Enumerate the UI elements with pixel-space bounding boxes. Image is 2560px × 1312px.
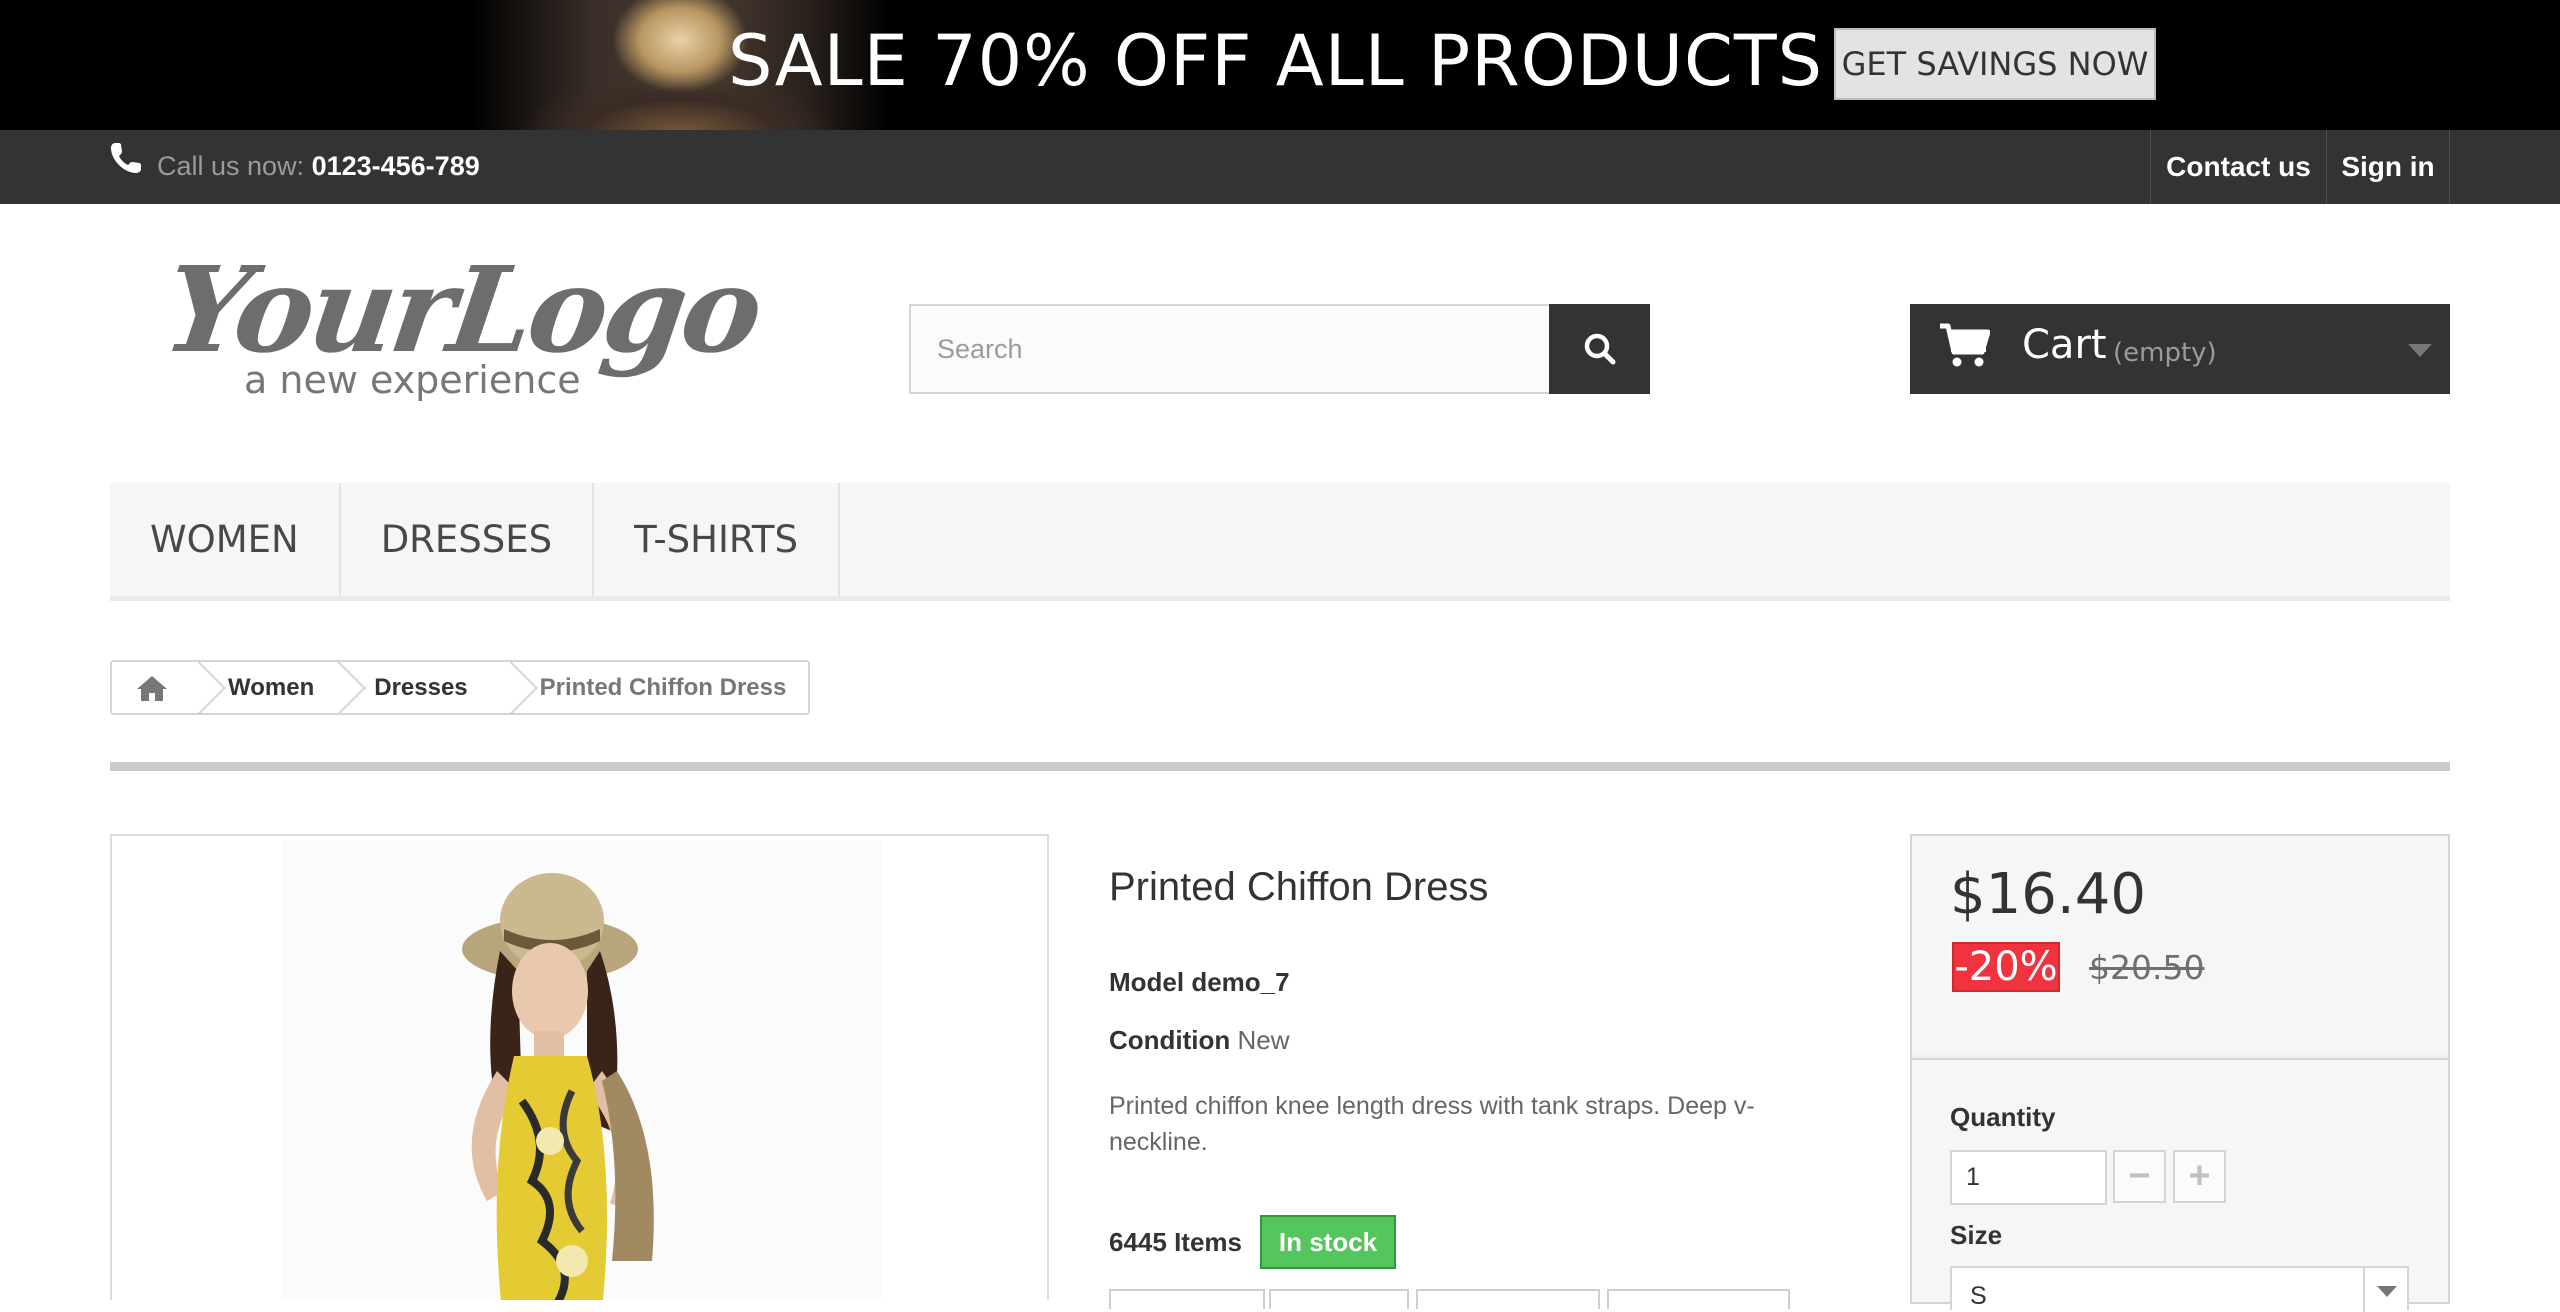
items-count: 6445 Items bbox=[1109, 1227, 1242, 1257]
sign-in-link[interactable]: Sign in bbox=[2326, 130, 2450, 204]
contact-us-link[interactable]: Contact us bbox=[2150, 130, 2326, 204]
promo-banner[interactable]: SALE 70% OFF ALL PRODUCTS GET SAVINGS NO… bbox=[0, 0, 2560, 130]
call-us-label: Call us now: bbox=[157, 151, 312, 181]
banner-headline: SALE 70% OFF ALL PRODUCTS bbox=[728, 20, 1824, 102]
product-price: $16.40 bbox=[1950, 862, 2146, 927]
cart-block[interactable]: Cart (empty) bbox=[1910, 304, 2450, 394]
chevron-down-icon[interactable] bbox=[2408, 344, 2432, 357]
main-menu: WOMEN DRESSES T-SHIRTS bbox=[110, 483, 2450, 601]
call-us-text: Call us now: 0123-456-789 bbox=[157, 151, 480, 182]
cart-status: (empty) bbox=[2113, 338, 2217, 368]
menu-item-tshirts[interactable]: T-SHIRTS bbox=[594, 483, 840, 596]
thumb-box[interactable] bbox=[1607, 1289, 1790, 1309]
stock-badge: In stock bbox=[1260, 1215, 1396, 1269]
breadcrumb-separator bbox=[192, 662, 218, 713]
model-value: demo_7 bbox=[1191, 967, 1290, 997]
product-title: Printed Chiffon Dress bbox=[1109, 865, 1489, 909]
thumb-box[interactable] bbox=[1416, 1289, 1600, 1309]
size-select[interactable]: S bbox=[1950, 1266, 2409, 1312]
thumb-box[interactable] bbox=[1109, 1289, 1265, 1309]
breadcrumb-current: Printed Chiffon Dress bbox=[539, 673, 787, 701]
phone-icon bbox=[111, 143, 141, 173]
breadcrumb-separator bbox=[504, 662, 530, 713]
price-box-top: $16.40 -20% $20.50 bbox=[1912, 836, 2448, 1060]
quantity-input[interactable] bbox=[1950, 1150, 2107, 1205]
breadcrumb-separator bbox=[332, 662, 358, 713]
home-icon bbox=[137, 675, 167, 701]
discount-badge: -20% bbox=[1952, 942, 2060, 992]
phone-number: 0123-456-789 bbox=[311, 151, 480, 181]
cart-label: Cart bbox=[2022, 322, 2107, 368]
model-label: Model bbox=[1109, 967, 1185, 997]
chevron-down-icon bbox=[2377, 1286, 2397, 1297]
size-dropdown-toggle[interactable] bbox=[2363, 1268, 2407, 1312]
search-box bbox=[909, 304, 1551, 394]
site-logo[interactable]: YourLogo a new experience bbox=[156, 240, 767, 420]
product-image bbox=[462, 873, 654, 1300]
divider bbox=[110, 762, 2450, 771]
condition-label: Condition bbox=[1109, 1025, 1231, 1055]
search-icon bbox=[1584, 333, 1615, 365]
breadcrumb-dresses[interactable]: Dresses bbox=[358, 662, 503, 713]
cart-icon bbox=[1940, 323, 1990, 367]
condition-value: New bbox=[1237, 1025, 1290, 1055]
quantity-decrease-button[interactable]: − bbox=[2113, 1150, 2166, 1203]
thumb-box[interactable] bbox=[1269, 1289, 1409, 1309]
size-value: S bbox=[1970, 1282, 1987, 1310]
menu-item-women[interactable]: WOMEN bbox=[110, 483, 341, 596]
search-button[interactable] bbox=[1549, 304, 1650, 394]
quantity-increase-button[interactable]: + bbox=[2173, 1150, 2226, 1203]
logo-tagline: a new experience bbox=[244, 358, 581, 402]
search-input[interactable] bbox=[911, 306, 1549, 392]
product-image-frame[interactable] bbox=[110, 834, 1049, 1300]
size-label: Size bbox=[1950, 1220, 2003, 1250]
menu-item-dresses[interactable]: DRESSES bbox=[341, 483, 595, 596]
breadcrumb: Women Dresses Printed Chiffon Dress bbox=[110, 660, 811, 715]
price-box: $16.40 -20% $20.50 Quantity − + Size S bbox=[1910, 834, 2450, 1312]
product-model: Model demo_7 bbox=[1109, 967, 1290, 998]
product-condition: Condition New bbox=[1109, 1025, 1290, 1056]
old-price: $20.50 bbox=[2089, 948, 2205, 987]
quantity-label: Quantity bbox=[1950, 1102, 2056, 1132]
get-savings-button[interactable]: GET SAVINGS NOW bbox=[1834, 28, 2156, 100]
product-description: Printed chiffon knee length dress with t… bbox=[1109, 1092, 1755, 1156]
